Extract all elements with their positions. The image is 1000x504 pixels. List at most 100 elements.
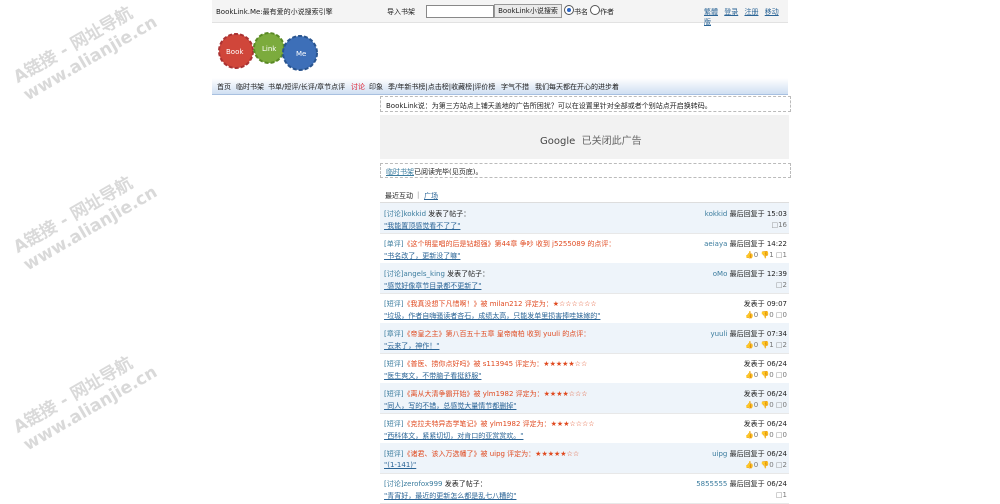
nav-rankings[interactable]: 季/年新书榜|点击榜|收藏榜|评价榜: [388, 82, 495, 92]
feed-tag[interactable]: [短评]: [384, 360, 403, 368]
register-link[interactable]: 注册: [744, 8, 758, 16]
thumb-down-icon[interactable]: 👎: [760, 311, 769, 319]
feed-meta: 发表于 06/24: [744, 359, 787, 369]
nav-temp-shelf[interactable]: 临时书架: [236, 82, 264, 92]
feed-subject[interactable]: 《诸君、该入万选幡了》被 uipg 评定为：★★★★★☆☆: [403, 450, 579, 458]
down-count: 0: [769, 371, 774, 379]
search-input[interactable]: [426, 5, 494, 18]
feed-last-user[interactable]: kokkid: [705, 210, 728, 218]
thumb-down-icon[interactable]: 👎: [760, 341, 769, 349]
feed-time: 最后回复于 15:03: [727, 210, 787, 218]
feed-row: [短评]《普医、捞你点好吗》被 s113945 评定为：★★★★★☆☆ "医生爽文…: [380, 353, 789, 384]
feed-subject[interactable]: 《离从大清争霸开始》被 ylm1982 评定为：★★★★☆☆☆: [403, 390, 587, 398]
thumb-up-icon[interactable]: 👍: [745, 401, 754, 409]
thumb-down-icon[interactable]: 👎: [760, 371, 769, 379]
thumb-up-icon[interactable]: 👍: [745, 251, 754, 259]
feed-action: 发表了帖子：: [426, 210, 471, 218]
feed-quote-text[interactable]: "同人，写的不错，总感觉大量情节都删掉": [384, 402, 516, 410]
comment-icon[interactable]: □: [776, 461, 783, 469]
thumb-down-icon[interactable]: 👎: [760, 401, 769, 409]
comment-icon[interactable]: □: [776, 371, 783, 379]
main-nav: 首页 临时书架 书单/短评/长评/章节点评 讨论 印象 季/年新书榜|点击榜|收…: [212, 78, 788, 95]
login-link[interactable]: 登录: [724, 8, 738, 16]
feed-tag[interactable]: [短评]: [384, 390, 403, 398]
site-logo[interactable]: Book Link Me: [214, 26, 324, 76]
feed-counts: 👍0 👎0 □0: [745, 401, 787, 409]
thumb-up-icon[interactable]: 👍: [745, 461, 754, 469]
feed-subject[interactable]: 《帝皇之主》第八百五十五章 皇帝南柏 收到 yuuli 的点评：: [403, 330, 590, 338]
feed-last-user[interactable]: uipg: [712, 450, 727, 458]
feed-last-user[interactable]: 5855555: [696, 480, 727, 488]
feed-quote-text[interactable]: "青宵好，最近的更新怎么都是乱七八糟的": [384, 492, 516, 500]
feed-user[interactable]: angels_king: [403, 270, 444, 278]
thumb-down-icon[interactable]: 👎: [760, 461, 769, 469]
nav-reviews[interactable]: 书单/短评/长评/章节点评: [268, 82, 345, 92]
comment-icon[interactable]: □: [776, 491, 783, 499]
feed-meta: oMo 最后回复于 12:39: [713, 269, 787, 279]
feed-subject[interactable]: 《这个明星唱的后是钻超强》第44章 争吵 收到 j5255089 的点评：: [403, 240, 615, 248]
feed-tag[interactable]: [讨论]: [384, 480, 403, 488]
feed-quote-text[interactable]: "垃圾，作者自嗨骚读者吝石，成绩太高，只能发单里损害捧哇妹嫁的": [384, 312, 600, 320]
feed-last-user[interactable]: oMo: [713, 270, 728, 278]
feed-quote-text[interactable]: "书名改了，更新没了嘛": [384, 252, 460, 260]
radio-author[interactable]: [590, 5, 600, 15]
feed-subject[interactable]: 《我真没想下凡惜啊！》被 milan212 评定为：★☆☆☆☆☆☆: [403, 300, 596, 308]
comment-icon[interactable]: □: [776, 251, 783, 259]
watermark: A链接 - 网址导航 www.alianjie.cn: [10, 353, 161, 456]
feed-quote-text[interactable]: "我能置顶感觉看不了了": [384, 222, 460, 230]
traditional-link[interactable]: 繁體: [704, 8, 718, 16]
import-shelf-link[interactable]: 导入书架: [387, 7, 415, 17]
feed-tag[interactable]: [章评]: [384, 330, 403, 338]
feed-tag[interactable]: [讨论]: [384, 210, 403, 218]
nav-home[interactable]: 首页: [217, 82, 231, 92]
feed-counts: 👍0 👎0 □0: [745, 311, 787, 319]
thumb-up-icon[interactable]: 👍: [745, 341, 754, 349]
feed-quote: "同人，写的不错，总感觉大量情节都删掉": [384, 401, 516, 411]
search-button[interactable]: BookLink小说搜索: [494, 4, 562, 18]
comment-icon[interactable]: □: [776, 311, 783, 319]
nav-impression[interactable]: 印象: [369, 82, 383, 92]
notice-box: BookLink说：为第三方站点上铺天盖地的广告所困扰？可以在设置里针对全部或者…: [380, 96, 791, 112]
feed-tag[interactable]: [单评]: [384, 240, 403, 248]
feed-action: 发表了帖子：: [444, 270, 490, 278]
feed-last-user[interactable]: yuuli: [710, 330, 727, 338]
feed-subject[interactable]: 《普医、捞你点好吗》被 s113945 评定为：★★★★★☆☆: [403, 360, 587, 368]
google-ad-closed: Google 已关闭此广告: [540, 136, 642, 147]
comment-icon[interactable]: □: [776, 431, 783, 439]
tab-separator: |: [417, 191, 420, 199]
feed-quote-text[interactable]: "感觉好像章节目录都不更新了": [384, 282, 481, 290]
temp-shelf-link[interactable]: 临时书架: [386, 168, 414, 176]
feed-tag[interactable]: [短评]: [384, 420, 403, 428]
feed-last-user[interactable]: aeiaya: [704, 240, 727, 248]
feed-quote-text[interactable]: "西科体文，紧紧切切，对肯口的亚赏赏欢。": [384, 432, 523, 440]
feed-tag[interactable]: [短评]: [384, 450, 403, 458]
feed-line: [短评]《克拉夫特异态学笔记》被 ylm1982 评定为：★★★☆☆☆☆: [384, 419, 595, 429]
nav-font[interactable]: 字气不措: [501, 82, 529, 92]
feed-user[interactable]: zerofox999: [403, 480, 442, 488]
feed-line: [讨论]kokkid 发表了帖子：: [384, 209, 470, 219]
feed-tag[interactable]: [短评]: [384, 300, 403, 308]
feed-quote-text[interactable]: "(1-141)": [384, 461, 416, 469]
comment-icon[interactable]: □: [776, 401, 783, 409]
thumb-down-icon[interactable]: 👎: [760, 431, 769, 439]
radio-bookname[interactable]: [564, 5, 574, 15]
feed-user[interactable]: kokkid: [403, 210, 426, 218]
thumb-down-icon[interactable]: 👎: [760, 251, 769, 259]
feed-quote-text[interactable]: "医生爽文，不带脑子看挺舒服": [384, 372, 481, 380]
feed-tag[interactable]: [讨论]: [384, 270, 403, 278]
feed-time: 最后回复于 06/24: [727, 480, 787, 488]
tab-square[interactable]: 广场: [424, 191, 438, 201]
tab-recent[interactable]: 最近互动: [385, 191, 413, 201]
feed-subject[interactable]: 《克拉夫特异态学笔记》被 ylm1982 评定为：★★★☆☆☆☆: [403, 420, 594, 428]
nav-progress[interactable]: 我们每天都在开心的进步着: [535, 82, 619, 92]
comment-icon[interactable]: □: [776, 281, 783, 289]
comment-icon[interactable]: □: [776, 341, 783, 349]
thumb-up-icon[interactable]: 👍: [745, 371, 754, 379]
thumb-up-icon[interactable]: 👍: [745, 311, 754, 319]
thumb-up-icon[interactable]: 👍: [745, 431, 754, 439]
feed-meta: 发表于 06/24: [744, 419, 787, 429]
nav-discuss[interactable]: 讨论: [351, 82, 365, 92]
feed-meta: uipg 最后回复于 06/24: [712, 449, 787, 459]
feed-line: [单评]《这个明星唱的后是钻超强》第44章 争吵 收到 j5255089 的点评…: [384, 239, 615, 249]
feed-quote-text[interactable]: "云来了，神作！": [384, 342, 439, 350]
